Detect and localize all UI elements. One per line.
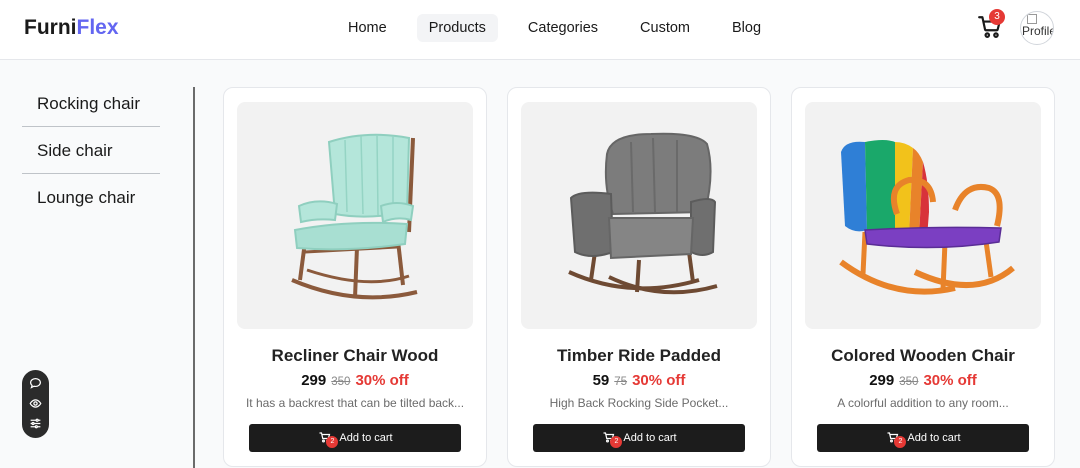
cart-count-badge: 2 — [326, 436, 339, 448]
cart-icon: 2 — [885, 432, 907, 448]
cart-icon: 2 — [317, 432, 339, 448]
floating-toolbar — [22, 370, 49, 438]
product-old-price: 350 — [331, 376, 351, 388]
cart-count-badge: 2 — [610, 436, 623, 448]
product-discount: 30% off — [632, 372, 686, 389]
product-image[interactable] — [521, 102, 757, 329]
avatar-alt-text: Profile — [1022, 24, 1054, 38]
sidebar-item-lounge-chair[interactable]: Lounge chair — [22, 174, 160, 221]
logo-accent: Flex — [76, 16, 119, 39]
product-old-price: 75 — [614, 376, 628, 388]
product-description: A colorful addition to any room... — [837, 396, 1009, 410]
add-to-cart-label: Add to cart — [907, 432, 961, 444]
add-to-cart-button[interactable]: 2 Add to cart — [249, 424, 461, 452]
product-title[interactable]: Recliner Chair Wood — [224, 346, 486, 366]
price-row: 299 350 30% off — [224, 372, 486, 390]
main-nav: Home Products Categories Custom Blog — [336, 14, 787, 42]
product-old-price: 350 — [899, 376, 919, 388]
broken-image-icon — [1027, 14, 1037, 24]
product-discount: 30% off — [923, 372, 977, 389]
nav-home[interactable]: Home — [336, 14, 399, 42]
product-price: 299 — [301, 372, 327, 389]
sidebar-item-rocking-chair[interactable]: Rocking chair — [22, 80, 160, 127]
sidebar-item-side-chair[interactable]: Side chair — [22, 127, 160, 174]
padded-rocking-chair-image — [568, 132, 718, 295]
top-navbar: FurniFlex Home Products Categories Custo… — [0, 0, 1080, 60]
product-discount: 30% off — [355, 372, 409, 389]
product-description: High Back Rocking Side Pocket... — [549, 396, 729, 410]
settings-icon[interactable] — [29, 417, 42, 430]
nav-custom[interactable]: Custom — [628, 14, 702, 42]
recliner-chair-image — [291, 133, 418, 300]
colored-rocking-chair-image — [839, 140, 1015, 295]
chat-icon[interactable] — [29, 377, 42, 390]
brand-logo[interactable]: FurniFlex — [24, 16, 119, 40]
add-to-cart-label: Add to cart — [339, 432, 393, 444]
product-title[interactable]: Timber Ride Padded — [508, 346, 770, 366]
price-row: 299 350 30% off — [792, 372, 1054, 390]
nav-categories[interactable]: Categories — [516, 14, 610, 42]
avatar[interactable]: Profile — [1020, 11, 1054, 45]
product-card[interactable]: Colored Wooden Chair 299 350 30% off A col… — [791, 87, 1055, 467]
category-sidebar: Rocking chair Side chair Lounge chair — [22, 80, 160, 221]
cart-icon: 2 — [601, 432, 623, 448]
cart-count-badge: 3 — [989, 9, 1005, 25]
product-card[interactable]: Timber Ride Padded 59 75 30% off High Back… — [507, 87, 771, 467]
price-row: 59 75 30% off — [508, 372, 770, 390]
nav-products[interactable]: Products — [416, 14, 498, 42]
product-price: 59 — [592, 372, 610, 389]
add-to-cart-button[interactable]: 2 Add to cart — [817, 424, 1029, 452]
eye-icon[interactable] — [29, 397, 42, 410]
logo-primary: Furni — [24, 16, 77, 39]
add-to-cart-button[interactable]: 2 Add to cart — [533, 424, 745, 452]
product-price: 299 — [869, 372, 895, 389]
nav-blog[interactable]: Blog — [720, 14, 773, 42]
add-to-cart-label: Add to cart — [623, 432, 677, 444]
product-description: It has a backrest that can be tilted bac… — [245, 396, 465, 410]
sidebar-divider — [193, 87, 195, 468]
product-image[interactable] — [805, 102, 1041, 329]
cart-count-badge: 2 — [894, 436, 907, 448]
product-card[interactable]: Recliner Chair Wood 299 350 30% off It has… — [223, 87, 487, 467]
product-image[interactable] — [237, 102, 473, 329]
product-title[interactable]: Colored Wooden Chair — [792, 346, 1054, 366]
